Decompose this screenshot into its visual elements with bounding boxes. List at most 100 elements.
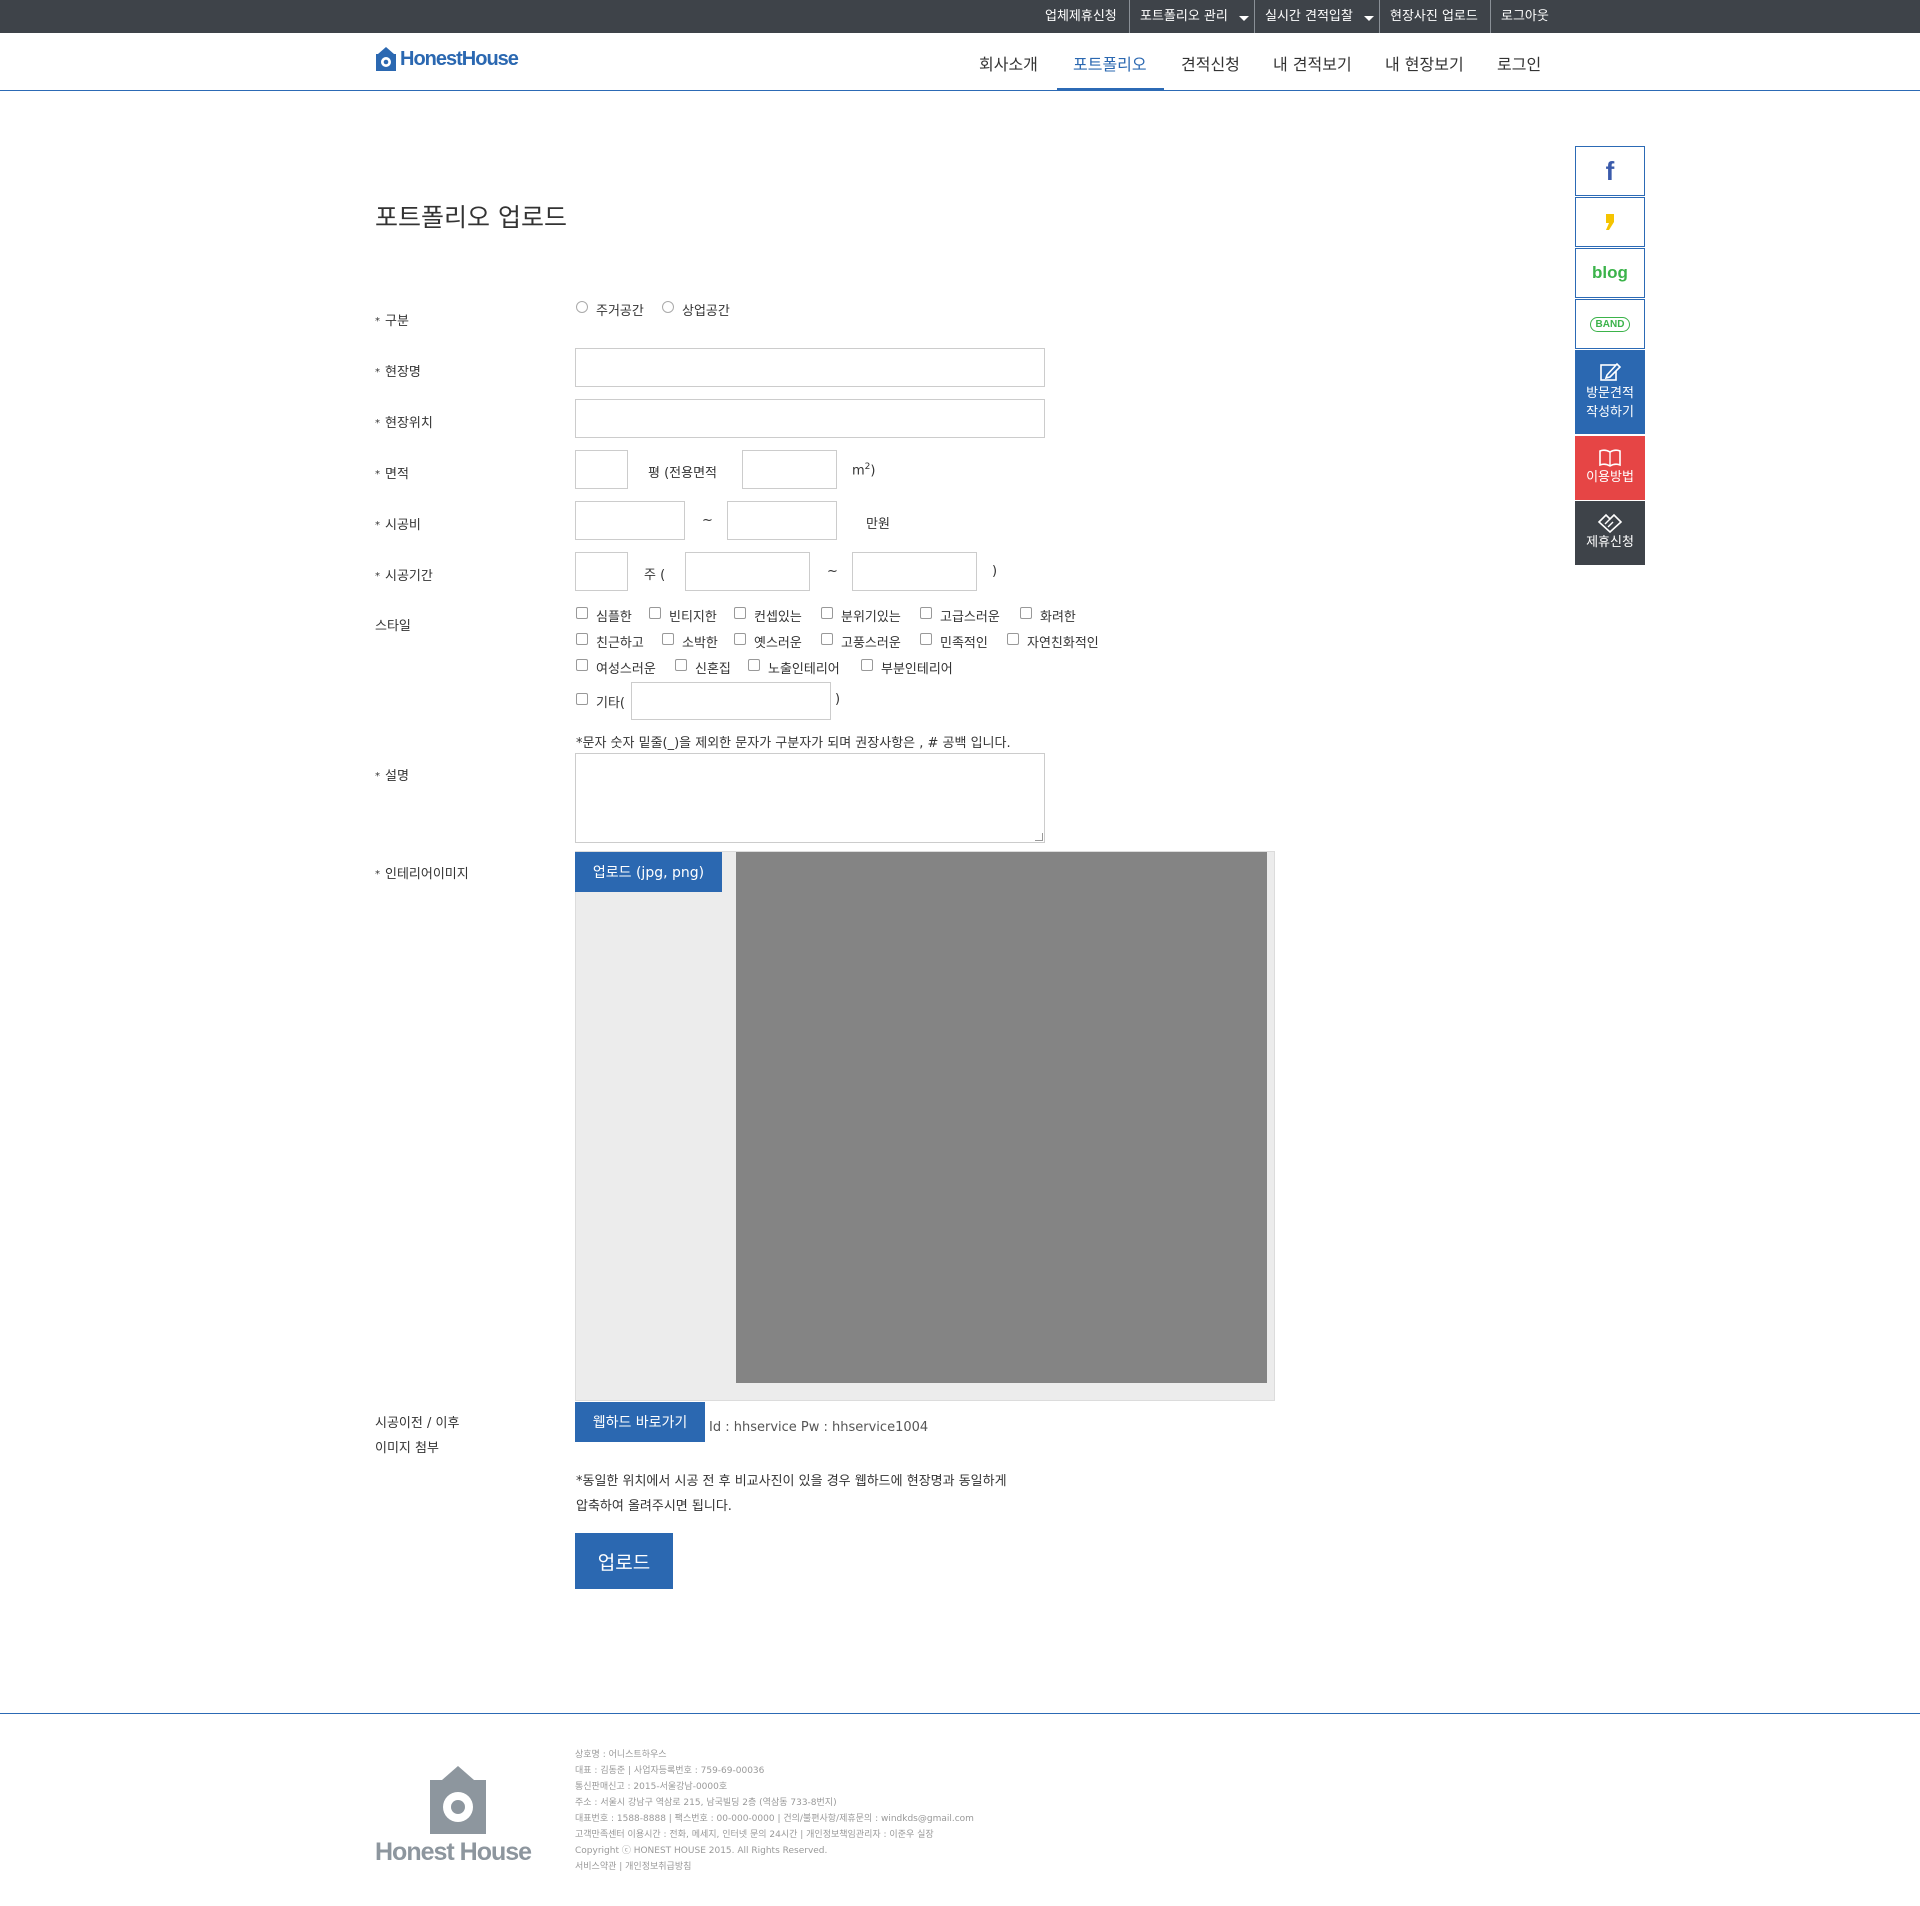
style-option-label: 컨셉있는 bbox=[754, 610, 802, 625]
style-checkbox[interactable] bbox=[920, 633, 932, 645]
topbar-divider bbox=[1254, 0, 1255, 33]
cost-unit: 만원 bbox=[866, 517, 890, 532]
category-option-label: 주거공간 bbox=[596, 304, 644, 319]
range-tilde: ~ bbox=[702, 513, 713, 528]
image-upload-button[interactable]: 업로드 (jpg, png) bbox=[575, 852, 722, 892]
range-tilde: ~ bbox=[827, 564, 838, 579]
style-checkbox[interactable] bbox=[576, 607, 588, 619]
period-end-input[interactable] bbox=[852, 552, 977, 591]
page-title: 포트폴리오 업로드 bbox=[375, 203, 567, 232]
footer-house-logo-icon bbox=[430, 1766, 486, 1834]
category-radio-residential[interactable] bbox=[576, 301, 588, 313]
style-checkbox[interactable] bbox=[734, 633, 746, 645]
style-checkbox[interactable] bbox=[576, 659, 588, 671]
nav-my-estimates[interactable]: 내 견적보기 bbox=[1273, 33, 1352, 90]
style-option-label: 빈티지한 bbox=[669, 610, 717, 625]
area-pyeong-unit: 평 (전용면적 bbox=[648, 466, 718, 481]
how-to-use-button[interactable]: 이용방법 bbox=[1575, 436, 1645, 500]
style-option-label: 화려한 bbox=[1040, 610, 1076, 625]
site-logo[interactable]: HonestHouse bbox=[375, 46, 519, 72]
nav-portfolio[interactable]: 포트폴리오 bbox=[1073, 33, 1147, 90]
submit-upload-button[interactable]: 업로드 bbox=[575, 1533, 673, 1589]
site-location-input[interactable] bbox=[575, 399, 1045, 438]
topbar-partner-apply-link[interactable]: 업체제휴신청 bbox=[1045, 0, 1117, 33]
footer-info-line: 상호명 : 어니스트하우스 bbox=[575, 1750, 667, 1760]
nav-company-intro[interactable]: 회사소개 bbox=[979, 33, 1038, 90]
before-after-label: 이미지 첨부 bbox=[375, 1441, 439, 1456]
style-checkbox[interactable] bbox=[920, 607, 932, 619]
resize-handle-icon[interactable] bbox=[1035, 833, 1043, 841]
description-textarea[interactable] bbox=[575, 753, 1045, 843]
cost-max-input[interactable] bbox=[727, 501, 837, 540]
topbar-divider bbox=[1129, 0, 1130, 33]
style-option-label: 고급스러운 bbox=[940, 610, 1000, 625]
facebook-icon: f bbox=[1605, 155, 1615, 186]
style-other-close: ) bbox=[835, 692, 841, 707]
kakao-story-button[interactable] bbox=[1575, 197, 1645, 247]
band-button[interactable]: BAND bbox=[1575, 299, 1645, 349]
style-option-label: 친근하고 bbox=[596, 636, 644, 651]
style-option-label: 자연친화적인 bbox=[1027, 636, 1099, 651]
cost-label: * 시공비 bbox=[375, 518, 421, 533]
facebook-button[interactable]: f bbox=[1575, 146, 1645, 196]
blog-button[interactable]: blog bbox=[1575, 248, 1645, 298]
style-checkbox[interactable] bbox=[649, 607, 661, 619]
style-checkbox[interactable] bbox=[662, 633, 674, 645]
period-weeks-unit: 주 ( bbox=[644, 568, 666, 583]
style-checkbox[interactable] bbox=[1020, 607, 1032, 619]
style-label: 스타일 bbox=[375, 619, 411, 634]
webhard-note: 압축하여 올려주시면 됩니다. bbox=[576, 1499, 732, 1514]
partnership-button[interactable]: 제휴신청 bbox=[1575, 501, 1645, 565]
topbar-logout-link[interactable]: 로그아웃 bbox=[1501, 0, 1549, 33]
topbar-portfolio-manage-link[interactable]: 포트폴리오 관리 bbox=[1140, 0, 1228, 33]
area-m2-input[interactable] bbox=[742, 450, 837, 489]
category-option-label: 상업공간 bbox=[682, 304, 730, 319]
period-weeks-input[interactable] bbox=[575, 552, 628, 591]
style-checkbox[interactable] bbox=[1007, 633, 1019, 645]
area-pyeong-input[interactable] bbox=[575, 450, 628, 489]
style-option-label: 노출인테리어 bbox=[768, 662, 840, 677]
footer-copyright: Copyright ⓒ HONEST HOUSE 2015. All Right… bbox=[575, 1846, 828, 1856]
chevron-down-icon[interactable] bbox=[1239, 16, 1249, 21]
style-option-label: 심플한 bbox=[596, 610, 632, 625]
blog-icon: blog bbox=[1592, 263, 1628, 282]
footer-info-line: 주소 : 서울시 강남구 역삼로 215, 남국빌딩 2층 (역삼동 733-8… bbox=[575, 1798, 837, 1808]
webhard-button[interactable]: 웹하드 바로가기 bbox=[575, 1402, 705, 1442]
style-checkbox[interactable] bbox=[821, 633, 833, 645]
period-start-input[interactable] bbox=[685, 552, 810, 591]
footer-divider bbox=[0, 1713, 1920, 1714]
topbar-divider bbox=[1490, 0, 1491, 33]
style-option-label: 신혼집 bbox=[695, 662, 731, 677]
style-option-label: 여성스러운 bbox=[596, 662, 656, 677]
category-radio-commercial[interactable] bbox=[662, 301, 674, 313]
nav-login[interactable]: 로그인 bbox=[1497, 33, 1541, 90]
how-to-use-label: 이용방법 bbox=[1586, 470, 1634, 485]
nav-my-sites[interactable]: 내 현장보기 bbox=[1385, 33, 1464, 90]
topbar-site-photo-upload-link[interactable]: 현장사진 업로드 bbox=[1390, 0, 1478, 33]
top-utility-bar: 업체제휴신청 포트폴리오 관리 실시간 견적입찰 현장사진 업로드 로그아웃 bbox=[0, 0, 1920, 33]
topbar-realtime-bid-link[interactable]: 실시간 견적입찰 bbox=[1265, 0, 1353, 33]
chevron-down-icon[interactable] bbox=[1364, 16, 1374, 21]
visit-estimate-button[interactable]: 방문견적 작성하기 bbox=[1575, 350, 1645, 434]
cost-min-input[interactable] bbox=[575, 501, 685, 540]
style-checkbox[interactable] bbox=[748, 659, 760, 671]
style-other-checkbox[interactable] bbox=[576, 693, 588, 705]
style-checkbox[interactable] bbox=[821, 607, 833, 619]
style-checkbox[interactable] bbox=[675, 659, 687, 671]
style-checkbox[interactable] bbox=[576, 633, 588, 645]
style-checkbox[interactable] bbox=[861, 659, 873, 671]
site-name-input[interactable] bbox=[575, 348, 1045, 387]
style-other-input[interactable] bbox=[631, 682, 831, 720]
logo-text: HonestHouse bbox=[400, 47, 519, 70]
partnership-label: 제휴신청 bbox=[1586, 535, 1634, 550]
main-header: HonestHouse 회사소개 포트폴리오 견적신청 내 견적보기 내 현장보… bbox=[0, 33, 1920, 91]
book-icon bbox=[1599, 449, 1621, 467]
style-option-label: 분위기있는 bbox=[841, 610, 901, 625]
description-label: * 설명 bbox=[375, 769, 409, 784]
style-checkbox[interactable] bbox=[734, 607, 746, 619]
visit-estimate-label: 작성하기 bbox=[1586, 405, 1634, 420]
footer-terms-links[interactable]: 서비스약관 | 개인정보취급방침 bbox=[575, 1859, 691, 1875]
image-preview bbox=[736, 852, 1267, 1383]
webhard-note: *동일한 위치에서 시공 전 후 비교사진이 있을 경우 웹하드에 현장명과 동… bbox=[576, 1474, 1007, 1489]
nav-estimate-request[interactable]: 견적신청 bbox=[1181, 33, 1240, 90]
